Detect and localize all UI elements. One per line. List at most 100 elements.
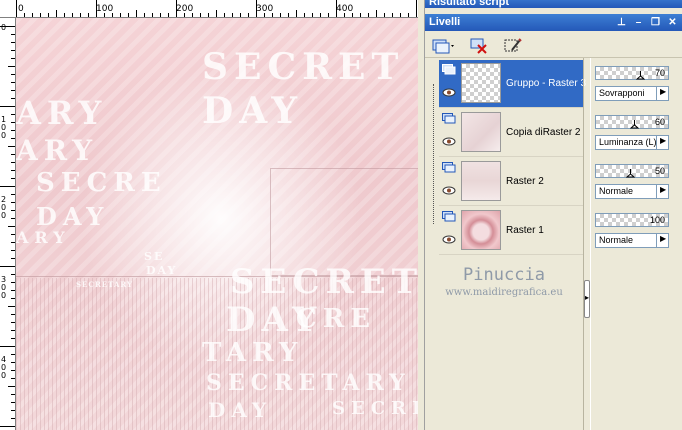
minimize-icon[interactable]: – — [632, 16, 645, 29]
ruler-tick — [11, 354, 15, 355]
layer-type-icon — [442, 162, 456, 173]
ruler-tick — [344, 13, 345, 17]
panel-splitter[interactable]: ▸ — [583, 58, 591, 430]
layer-row-raster-2[interactable]: Raster 2 — [439, 158, 583, 206]
ruler-tick — [11, 370, 15, 371]
ruler-tick — [8, 306, 15, 307]
blend-mode-select[interactable]: Sovrapponi — [595, 86, 657, 101]
blend-mode-select[interactable]: Normale — [595, 184, 657, 199]
ruler-tick — [120, 13, 121, 17]
ruler-tick — [11, 170, 15, 171]
blend-mode-dropdown[interactable]: ▶ — [657, 86, 669, 101]
text-ary-2: ARY — [16, 134, 99, 167]
ruler-tick — [200, 13, 201, 17]
ruler-tick — [368, 13, 369, 17]
chevron-right-icon: ▶ — [660, 87, 667, 96]
layer-name: Raster 1 — [506, 225, 544, 236]
layer-name: Raster 2 — [506, 176, 544, 187]
opacity-slider[interactable]: 50 — [595, 164, 669, 178]
blend-mode-select[interactable]: Luminanza (L) — [595, 135, 657, 150]
layer-row-copia-raster-2[interactable]: Copia diRaster 2 — [439, 109, 583, 157]
blend-mode-dropdown[interactable]: ▶ — [657, 184, 669, 199]
delete-layer-button[interactable] — [469, 36, 489, 56]
ruler-tick — [11, 74, 15, 75]
restore-icon[interactable]: ❐ — [649, 16, 662, 29]
ruler-tick — [176, 0, 177, 17]
ruler-tick — [128, 13, 129, 17]
ruler-tick — [11, 98, 15, 99]
watermark-url: www.maidiregrafica.eu — [445, 287, 563, 298]
text-secre: SECRE — [36, 168, 167, 198]
layer-props-2: 50 Normale ▶ — [593, 158, 682, 206]
eye-icon — [442, 186, 456, 195]
opacity-slider[interactable]: 60 — [595, 115, 669, 129]
ruler-tick — [136, 10, 137, 17]
ruler-tick — [11, 378, 15, 379]
ruler-tick — [8, 386, 15, 387]
ruler-tick — [384, 13, 385, 17]
ruler-tick — [11, 410, 15, 411]
ruler-tick — [304, 13, 305, 17]
text-secret: SECRET — [202, 46, 405, 88]
chevron-right-icon: ▶ — [660, 234, 667, 243]
text-tary: TARY — [202, 338, 304, 368]
ruler-tick — [80, 13, 81, 17]
ruler-tick — [288, 13, 289, 17]
image-canvas[interactable]: SECRET DAY ARY ARY SECRE DAY ARY SE DAY … — [16, 18, 418, 430]
ruler-tick — [11, 322, 15, 323]
ruler-tick — [11, 210, 15, 211]
ruler-tick — [11, 338, 15, 339]
ruler-tick — [40, 13, 41, 17]
text-ary-3: ARY — [16, 228, 71, 247]
ruler-tick — [11, 242, 15, 243]
ruler-tick — [11, 162, 15, 163]
ruler-tick — [8, 226, 15, 227]
splitter-grip[interactable]: ▸ — [584, 280, 590, 318]
ruler-tick — [328, 13, 329, 17]
new-layer-button[interactable] — [431, 36, 457, 56]
ruler-tick — [192, 13, 193, 17]
layer-properties-button[interactable] — [503, 36, 523, 56]
layers-titlebar[interactable]: Livelli ⊥ – ❐ ✕ — [425, 14, 682, 31]
ruler-tick — [184, 13, 185, 17]
overlay-rect — [270, 168, 418, 276]
text-se-cre: CRE — [296, 304, 377, 334]
pin-icon[interactable]: ⊥ — [615, 16, 628, 29]
text-secretary: SECRETARY — [206, 370, 411, 396]
chevron-right-icon: ▶ — [660, 185, 667, 194]
close-icon[interactable]: ✕ — [666, 16, 679, 29]
opacity-slider[interactable]: 70 — [595, 66, 669, 80]
ruler-tick — [11, 50, 15, 51]
ruler-tick — [168, 13, 169, 17]
ruler-tick — [11, 290, 15, 291]
ruler-tick — [0, 106, 15, 107]
ruler-tick — [8, 66, 15, 67]
ruler-tick — [16, 0, 17, 17]
ruler-tick — [280, 13, 281, 17]
ruler-tick — [11, 122, 15, 123]
ruler-tick — [11, 218, 15, 219]
ruler-tick — [400, 13, 401, 17]
script-result-titlebar[interactable]: Risultato script — [425, 0, 682, 8]
ruler-tick — [48, 13, 49, 17]
ruler-tick — [11, 202, 15, 203]
opacity-slider[interactable]: 100 — [595, 213, 669, 227]
text-small-se: SE — [144, 250, 165, 263]
ruler-tick — [11, 394, 15, 395]
opacity-value: 70 — [654, 68, 665, 78]
layers-title: Livelli — [429, 16, 461, 28]
layer-row-raster-1[interactable]: Raster 1 — [439, 207, 583, 255]
delete-layer-icon — [470, 38, 487, 54]
text-day-2: DAY — [36, 202, 110, 231]
layer-props-0: 70 Sovrapponi ▶ — [593, 60, 682, 108]
watermark-name: Pinuccia — [463, 265, 545, 285]
ruler-tick — [408, 13, 409, 17]
ruler-tick — [11, 330, 15, 331]
ruler-tick — [96, 0, 97, 17]
eye-icon — [442, 88, 456, 97]
blend-mode-dropdown[interactable]: ▶ — [657, 135, 669, 150]
blend-mode-select[interactable]: Normale — [595, 233, 657, 248]
layer-thumbnail — [461, 63, 501, 103]
layer-row-gruppo-raster-3[interactable]: Gruppo - Raster 3 — [439, 60, 586, 108]
blend-mode-dropdown[interactable]: ▶ — [657, 233, 669, 248]
